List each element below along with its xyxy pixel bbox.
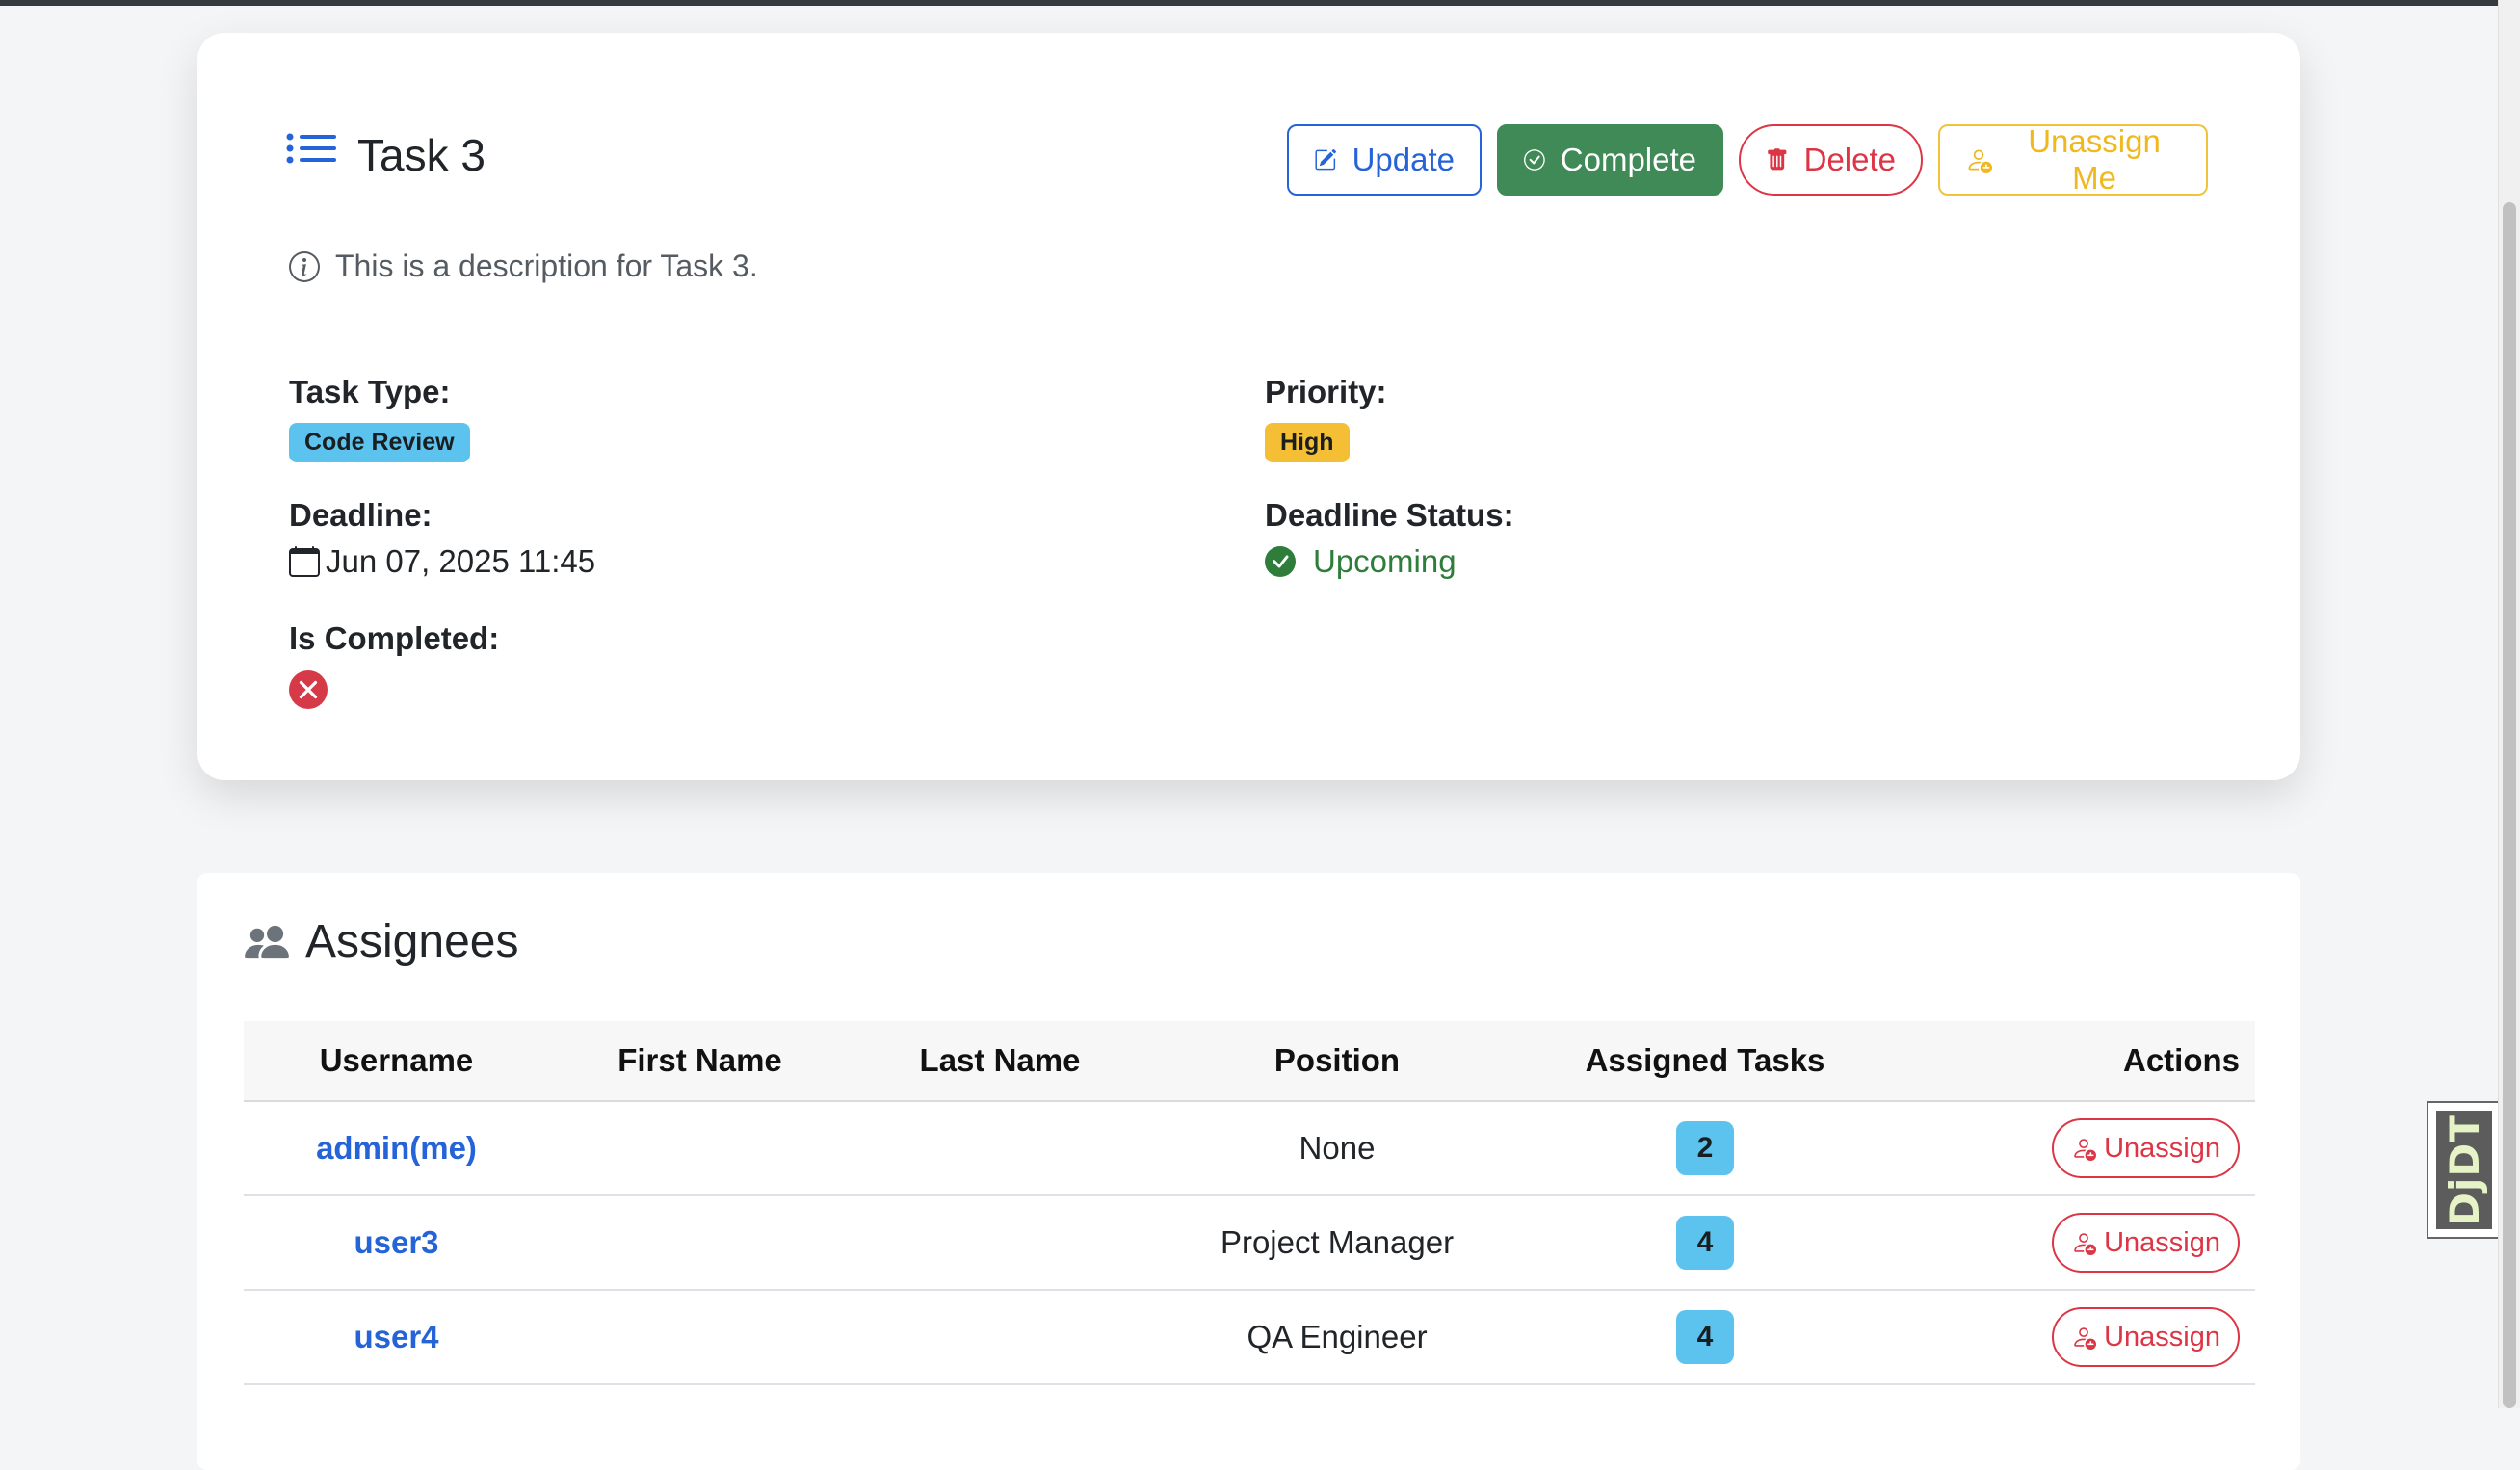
unassign-button[interactable]: Unassign [2052, 1213, 2240, 1273]
table-header-row: Username First Name Last Name Position A… [244, 1021, 2255, 1102]
last-name-cell [851, 1101, 1149, 1196]
deadline-value-text: Jun 07, 2025 11:45 [326, 543, 596, 579]
last-name-cell [851, 1195, 1149, 1291]
task-header: Task 3 [286, 129, 486, 181]
position-cell: None [1149, 1101, 1525, 1196]
username-link[interactable]: user3 [354, 1224, 438, 1260]
x-circle-fill-icon [289, 640, 328, 714]
delete-button-label: Delete [1803, 142, 1896, 177]
deadline-status-value: Upcoming [1265, 543, 1457, 580]
unassign-me-button-label: Unassign Me [2028, 123, 2161, 196]
assignees-title-text: Assignees [305, 916, 519, 967]
assigned-tasks-badge: 2 [1676, 1121, 1734, 1175]
position-cell: QA Engineer [1149, 1290, 1525, 1385]
assigned-tasks-badge: 4 [1676, 1216, 1734, 1270]
unassign-button-label: Unassign [2104, 1132, 2220, 1164]
unassign-me-button[interactable]: Unassign Me [1938, 123, 2208, 196]
assignees-table: Username First Name Last Name Position A… [244, 1021, 2255, 1385]
column-header-last-name[interactable]: Last Name [851, 1021, 1149, 1102]
column-header-username[interactable]: Username [244, 1021, 549, 1102]
priority-badge: High [1265, 423, 1350, 462]
check-circle-fill-icon [1265, 546, 1296, 577]
update-button[interactable]: Update [1287, 124, 1482, 196]
unassign-button[interactable]: Unassign [2052, 1307, 2240, 1367]
browser-top-strip [0, 0, 2520, 6]
table-row: user3 Project Manager 4 Unassign [244, 1195, 2255, 1291]
person-dash-icon [2074, 1233, 2097, 1255]
calendar-icon [289, 546, 320, 577]
deadline-value: Jun 07, 2025 11:45 [289, 543, 595, 580]
assignees-card: Assignees Username First Name Last Name … [197, 873, 2300, 1470]
deadline-status-text: Upcoming [1313, 543, 1457, 579]
debug-toolbar-label: DjDT [2440, 1114, 2488, 1226]
list-icon [286, 133, 336, 178]
table-row: user4 QA Engineer 4 Unassign [244, 1290, 2255, 1385]
complete-button[interactable]: Complete [1497, 124, 1723, 196]
column-header-first-name[interactable]: First Name [549, 1021, 851, 1102]
debug-toolbar-handle[interactable]: DjDT [2427, 1101, 2501, 1239]
delete-button[interactable]: Delete [1739, 124, 1923, 196]
debug-toolbar-handle-inner: DjDT [2436, 1111, 2492, 1229]
task-type-badge: Code Review [289, 423, 470, 462]
deadline-status-label: Deadline Status: [1265, 497, 1514, 533]
unassign-button[interactable]: Unassign [2052, 1118, 2240, 1178]
info-circle-icon [289, 250, 320, 282]
priority-label: Priority: [1265, 374, 1387, 409]
task-title: Task 3 [357, 130, 486, 180]
username-link[interactable]: admin(me) [316, 1130, 477, 1166]
page-scrollbar[interactable] [2498, 0, 2520, 1408]
column-header-position[interactable]: Position [1149, 1021, 1525, 1102]
column-header-actions: Actions [1885, 1021, 2255, 1102]
trash-icon [1768, 148, 1787, 171]
position-cell: Project Manager [1149, 1195, 1525, 1291]
unassign-button-label: Unassign [2104, 1321, 2220, 1352]
task-description-text: This is a description for Task 3. [335, 249, 758, 283]
complete-button-label: Complete [1560, 142, 1696, 177]
assignees-title: Assignees [244, 915, 518, 968]
person-dash-icon [2074, 1327, 2097, 1350]
check-circle-icon [1524, 149, 1545, 171]
person-dash-icon [1968, 149, 1993, 174]
table-row: admin(me) None 2 Unassign [244, 1101, 2255, 1196]
last-name-cell [851, 1290, 1149, 1385]
pencil-square-icon [1315, 148, 1337, 171]
task-detail-card: Task 3 Update Complete Delete Unassign M… [197, 33, 2300, 780]
assigned-tasks-badge: 4 [1676, 1310, 1734, 1364]
people-icon [245, 925, 289, 958]
first-name-cell [549, 1290, 851, 1385]
deadline-label: Deadline: [289, 497, 433, 533]
first-name-cell [549, 1195, 851, 1291]
unassign-button-label: Unassign [2104, 1226, 2220, 1258]
username-link[interactable]: user4 [354, 1319, 438, 1354]
first-name-cell [549, 1101, 851, 1196]
column-header-assigned-tasks[interactable]: Assigned Tasks [1525, 1021, 1885, 1102]
person-dash-icon [2074, 1139, 2097, 1161]
task-description: This is a description for Task 3. [289, 249, 758, 284]
page-scrollbar-thumb[interactable] [2503, 202, 2516, 1408]
task-actions: Update Complete Delete Unassign Me [1287, 123, 2208, 196]
update-button-label: Update [1352, 142, 1455, 177]
task-type-label: Task Type: [289, 374, 451, 409]
